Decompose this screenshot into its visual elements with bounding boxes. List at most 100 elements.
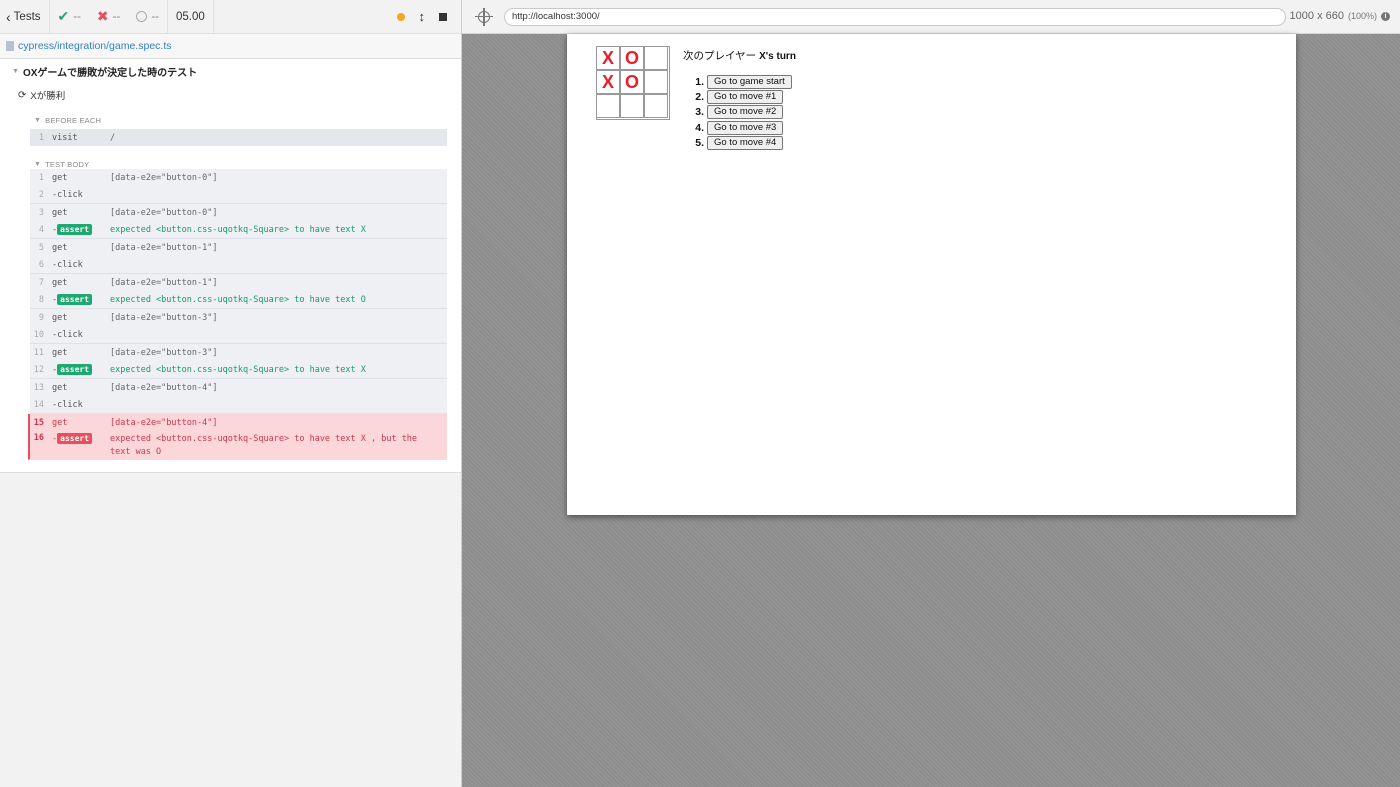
command-group: 11 get [data-e2e="button-3"] 12 - assert expe…	[30, 344, 447, 379]
before-each-label: BEFORE EACH	[45, 116, 102, 125]
command-row[interactable]: 13 get [data-e2e="button-4"]	[30, 379, 447, 396]
command-row[interactable]: 7 get [data-e2e="button-1"]	[30, 274, 447, 291]
command-name: - assert	[52, 364, 110, 375]
command-message: expected <button.css-uqotkq-Square> to h…	[110, 364, 366, 375]
command-number: 10	[33, 329, 44, 340]
move-item: 3. Go to move #2	[689, 105, 792, 120]
command-name: -click	[52, 259, 83, 270]
command-number: 2	[38, 189, 44, 200]
command-number: 14	[33, 399, 44, 410]
status-prefix: 次のプレイヤー	[683, 50, 757, 62]
command-row[interactable]: 16 - assert expected <button.css-uqotkq-Sq…	[30, 431, 447, 459]
move-index: 1.	[695, 75, 704, 88]
pending-circle-icon	[136, 11, 148, 22]
go-to-move-button-3[interactable]: Go to move #3	[707, 120, 784, 135]
failed-command-group: 15 get [data-e2e="button-4"] 16 - assert expe…	[28, 414, 447, 460]
back-tests-label: Tests	[13, 10, 41, 23]
command-number: 11	[33, 347, 44, 358]
command-name: get	[52, 207, 68, 218]
aut-header: http://localhost:3000/ 1000 x 660 (100%)…	[462, 0, 1400, 34]
command-row[interactable]: 8 - assert expected <button.css-uqotkq-Squ…	[30, 291, 447, 308]
url-field[interactable]: http://localhost:3000/	[504, 8, 1286, 26]
cross-icon: ✖	[96, 8, 109, 24]
command-group: 3 get [data-e2e="button-0"] 4 - assert expect…	[30, 204, 447, 239]
move-index: 2.	[695, 90, 704, 103]
go-to-move-button-0[interactable]: Go to game start	[707, 74, 792, 89]
back-to-tests-button[interactable]: ‹ Tests	[0, 0, 50, 34]
command-row[interactable]: 6 -click	[30, 256, 447, 273]
viewport-info[interactable]: 1000 x 660 (100%) i	[1290, 10, 1390, 22]
pending-count: --	[128, 0, 167, 34]
suite-title[interactable]: ▼ OXゲームで勝敗が決定した時のテスト	[0, 59, 461, 79]
command-message: expected <button.css-uqotkq-Square> to h…	[110, 224, 366, 235]
command-number: 13	[33, 382, 44, 393]
command-visit[interactable]: 1 visit /	[30, 129, 447, 146]
command-number: 8	[38, 294, 44, 305]
caret-down-icon: ▼	[12, 68, 19, 75]
pending-value: --	[151, 10, 159, 23]
command-row[interactable]: 12 - assert expected <button.css-uqotkq-Sq…	[30, 361, 447, 378]
board-square-4[interactable]: O	[620, 70, 644, 94]
command-number: 1	[38, 132, 44, 143]
command-message: /	[110, 132, 116, 143]
command-name: get	[52, 242, 68, 253]
running-indicator-icon	[396, 12, 405, 21]
stop-button[interactable]	[439, 12, 447, 21]
go-to-move-button-1[interactable]: Go to move #1	[707, 89, 784, 104]
caret-down-icon: ▼	[34, 161, 42, 168]
spec-path[interactable]: cypress/integration/game.spec.ts	[18, 40, 172, 52]
spec-file-bar[interactable]: cypress/integration/game.spec.ts	[0, 34, 461, 59]
command-number: 6	[38, 259, 44, 270]
test-title-text: Xが勝利	[30, 91, 66, 102]
passed-value: --	[73, 10, 81, 23]
reporter-panel: ‹ Tests ✔ -- ✖ -- -- 05.00 ↕ cypress/int…	[0, 0, 462, 787]
command-row[interactable]: 2 -click	[30, 186, 447, 203]
auto-scroll-toggle-icon[interactable]: ↕	[419, 9, 426, 24]
failed-count: ✖ --	[89, 0, 128, 34]
command-row[interactable]: 10 -click	[30, 326, 447, 343]
command-number: 5	[38, 242, 44, 253]
before-each-hook[interactable]: ▼ BEFORE EACH	[0, 116, 461, 125]
go-to-move-button-2[interactable]: Go to move #2	[707, 105, 784, 120]
command-name: get	[52, 172, 68, 183]
command-group: 1 get [data-e2e="button-0"] 2 -click	[30, 169, 447, 204]
board-square-1[interactable]: O	[620, 46, 644, 70]
command-row[interactable]: 9 get [data-e2e="button-3"]	[30, 309, 447, 326]
board-square-0[interactable]: X	[596, 46, 620, 70]
command-row[interactable]: 11 get [data-e2e="button-3"]	[30, 344, 447, 361]
command-number: 4	[38, 224, 44, 235]
command-message: [data-e2e="button-1"]	[110, 242, 218, 253]
command-name: - assert	[52, 433, 110, 444]
move-item: 1. Go to game start	[689, 74, 792, 89]
board-square-2[interactable]	[644, 46, 668, 70]
command-message: [data-e2e="button-0"]	[110, 207, 218, 218]
board-square-3[interactable]: X	[596, 70, 620, 94]
command-row[interactable]: 4 - assert expected <button.css-uqotkq-Squ…	[30, 221, 447, 238]
test-body-hook[interactable]: ▼ TEST BODY	[0, 160, 461, 169]
command-message: [data-e2e="button-4"]	[110, 417, 218, 428]
command-number: 16	[33, 433, 44, 443]
viewport-size: 1000 x 660	[1289, 10, 1344, 22]
command-row[interactable]: 1 get [data-e2e="button-0"]	[30, 169, 447, 186]
board-square-7[interactable]	[620, 94, 644, 118]
info-icon[interactable]: i	[1381, 11, 1390, 21]
selector-playground-icon[interactable]	[475, 7, 493, 26]
move-item: 5. Go to move #4	[689, 135, 792, 150]
command-row[interactable]: 3 get [data-e2e="button-0"]	[30, 204, 447, 221]
command-group: 7 get [data-e2e="button-1"] 8 - assert expect…	[30, 274, 447, 309]
command-row[interactable]: 15 get [data-e2e="button-4"]	[30, 414, 447, 431]
file-icon	[6, 41, 14, 51]
go-to-move-button-4[interactable]: Go to move #4	[707, 135, 784, 150]
command-row[interactable]: 14 -click	[30, 396, 447, 413]
command-name: -click	[52, 399, 83, 410]
failed-value: --	[112, 10, 121, 23]
command-name: get	[52, 417, 68, 428]
board-square-6[interactable]	[596, 94, 620, 118]
board-square-8[interactable]	[644, 94, 668, 118]
test-title[interactable]: ⟳ Xが勝利	[0, 79, 461, 103]
board-square-5[interactable]	[644, 70, 668, 94]
command-name: -click	[52, 329, 83, 340]
command-number: 1	[38, 172, 44, 183]
move-history: 1. Go to game start 2. Go to move #1 3. Go to…	[689, 74, 792, 150]
command-row[interactable]: 5 get [data-e2e="button-1"]	[30, 239, 447, 256]
